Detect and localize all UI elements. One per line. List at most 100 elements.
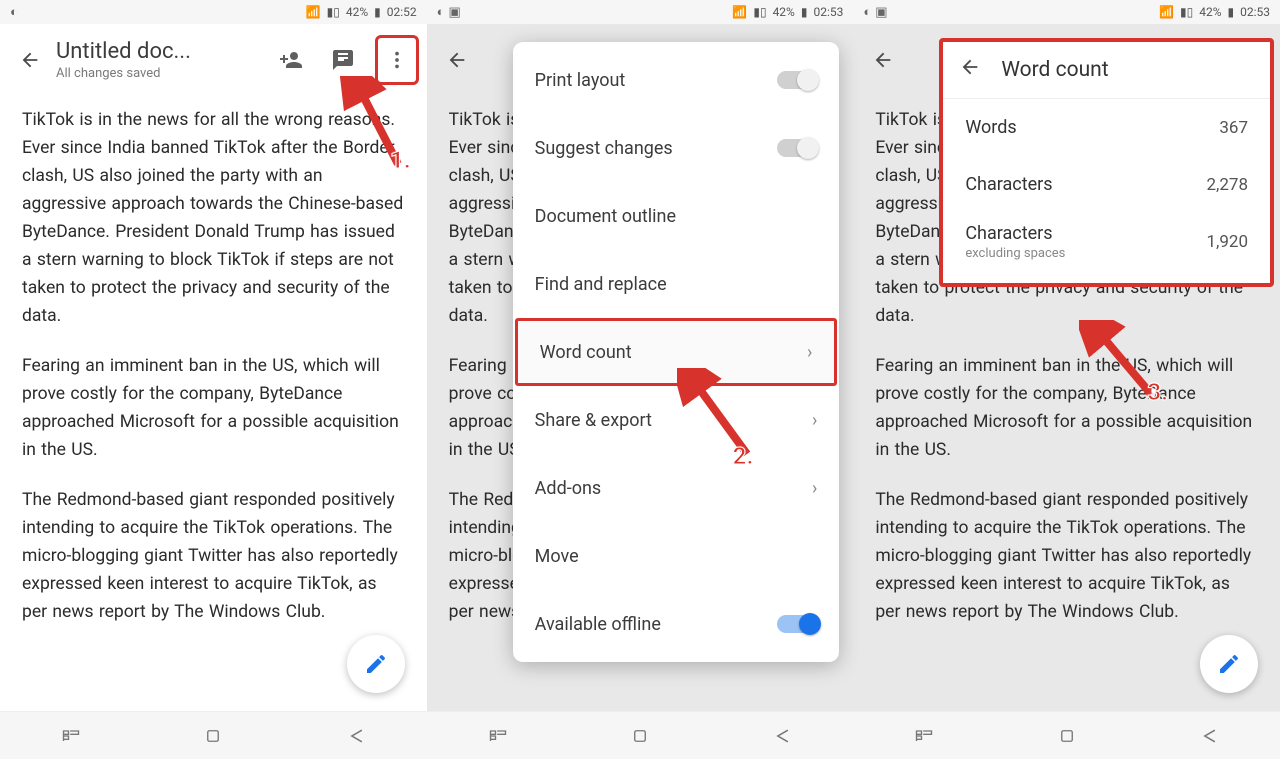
clock: 02:52 bbox=[387, 5, 417, 19]
edit-fab[interactable] bbox=[1200, 635, 1258, 693]
menu-print-layout[interactable]: Print layout bbox=[513, 46, 840, 114]
clock: 02:53 bbox=[813, 5, 843, 19]
menu-label: Suggest changes bbox=[535, 138, 673, 159]
nav-bar bbox=[853, 711, 1280, 759]
nav-bar bbox=[427, 711, 854, 759]
wc-value: 1,920 bbox=[1206, 232, 1248, 252]
wc-title: Word count bbox=[1001, 58, 1108, 82]
paragraph: TikTok is in the news for all the wrong … bbox=[22, 106, 405, 330]
nav-home[interactable] bbox=[1056, 725, 1078, 747]
nav-recent[interactable] bbox=[913, 725, 935, 747]
add-person-icon bbox=[279, 48, 303, 72]
menu-share-export[interactable]: Share & export › bbox=[513, 386, 840, 454]
annotation-step-2: 2. bbox=[733, 442, 754, 470]
wifi-icon: 📶 bbox=[1159, 5, 1174, 19]
signal-icon: ▮▯ bbox=[1180, 5, 1193, 19]
comment-icon bbox=[331, 48, 355, 72]
wc-label: Characters bbox=[965, 174, 1052, 195]
back-button[interactable] bbox=[443, 46, 471, 74]
wc-value: 367 bbox=[1219, 118, 1248, 138]
notif-icon: ◐ bbox=[10, 4, 18, 20]
toggle-offline[interactable] bbox=[777, 615, 817, 633]
status-bar: ◐ 📶 ▮▯ 42% ▮ 02:52 bbox=[0, 0, 427, 24]
wc-back-button[interactable] bbox=[959, 56, 981, 84]
wc-row-words: Words 367 bbox=[943, 99, 1270, 156]
menu-document-outline[interactable]: Document outline bbox=[513, 182, 840, 250]
nav-back[interactable] bbox=[771, 725, 793, 747]
toggle-suggest-changes[interactable] bbox=[777, 139, 817, 157]
paragraph: The Redmond-based giant responded positi… bbox=[22, 486, 405, 626]
menu-find-replace[interactable]: Find and replace bbox=[513, 250, 840, 318]
app-bar: Untitled doc... All changes saved bbox=[0, 24, 427, 96]
status-bar: ◐ ▣ 📶 ▮▯ 42% ▮ 02:53 bbox=[427, 0, 854, 24]
notif-icon: ◐ bbox=[437, 4, 445, 20]
notif-icon: ◐ bbox=[863, 4, 871, 20]
nav-home[interactable] bbox=[202, 725, 224, 747]
nav-back[interactable] bbox=[345, 725, 367, 747]
wifi-icon: 📶 bbox=[306, 5, 321, 19]
nav-home[interactable] bbox=[629, 725, 651, 747]
menu-addons[interactable]: Add-ons › bbox=[513, 454, 840, 522]
menu-suggest-changes[interactable]: Suggest changes bbox=[513, 114, 840, 182]
menu-word-count[interactable]: Word count › bbox=[515, 318, 838, 386]
menu-label: Document outline bbox=[535, 206, 676, 227]
menu-label: Share & export bbox=[535, 410, 652, 431]
wifi-icon: 📶 bbox=[732, 5, 747, 19]
battery-pct: 42% bbox=[346, 5, 368, 19]
battery-icon: ▮ bbox=[374, 5, 381, 19]
paragraph: Fearing an imminent ban in the US, which… bbox=[875, 352, 1258, 464]
nav-recent[interactable] bbox=[487, 725, 509, 747]
clock: 02:53 bbox=[1240, 5, 1270, 19]
phone-screen-1: ◐ 📶 ▮▯ 42% ▮ 02:52 Untitled doc... All c… bbox=[0, 0, 427, 759]
back-button[interactable] bbox=[869, 46, 897, 74]
chevron-right-icon: › bbox=[812, 478, 817, 499]
arrow-left-icon bbox=[19, 49, 41, 71]
phone-screen-2: ◐▣ 📶 ▮▯ 42% ▮ 02:53 TikTok is in the new… bbox=[427, 0, 854, 759]
edit-fab[interactable] bbox=[347, 635, 405, 693]
nav-recent[interactable] bbox=[60, 725, 82, 747]
menu-available-offline[interactable]: Available offline bbox=[513, 590, 840, 658]
menu-move[interactable]: Move bbox=[513, 522, 840, 590]
wc-sublabel: excluding spaces bbox=[965, 246, 1065, 261]
menu-label: Add-ons bbox=[535, 478, 602, 499]
pencil-icon bbox=[364, 652, 388, 676]
overflow-menu: Print layout Suggest changes Document ou… bbox=[513, 42, 840, 662]
signal-icon: ▮▯ bbox=[327, 5, 340, 19]
back-button[interactable] bbox=[16, 46, 44, 74]
more-menu-button[interactable] bbox=[386, 49, 408, 71]
paragraph: Fearing an imminent ban in the US, which… bbox=[22, 352, 405, 464]
comment-button[interactable] bbox=[323, 40, 363, 80]
wc-label: Characters excluding spaces bbox=[965, 223, 1065, 261]
menu-label: Move bbox=[535, 546, 579, 567]
more-vert-icon bbox=[386, 49, 408, 71]
battery-icon: ▮ bbox=[1228, 5, 1235, 19]
nav-back[interactable] bbox=[1198, 725, 1220, 747]
chevron-right-icon: › bbox=[807, 342, 812, 363]
wc-row-characters-ex: Characters excluding spaces 1,920 bbox=[943, 213, 1270, 283]
notif-icon: ▣ bbox=[449, 5, 461, 20]
doc-subtitle: All changes saved bbox=[56, 66, 259, 81]
menu-label: Print layout bbox=[535, 70, 626, 91]
battery-pct: 42% bbox=[773, 5, 795, 19]
arrow-left-icon bbox=[446, 49, 468, 71]
phone-screen-3: ◐▣ 📶 ▮▯ 42% ▮ 02:53 TikTok is in the new… bbox=[853, 0, 1280, 759]
chevron-right-icon: › bbox=[812, 410, 817, 431]
annotation-step-3: 3. bbox=[1147, 378, 1168, 406]
toggle-print-layout[interactable] bbox=[777, 71, 817, 89]
wc-label: Words bbox=[965, 117, 1016, 138]
paragraph: The Redmond-based giant responded positi… bbox=[875, 486, 1258, 626]
annotation-step-1: 1. bbox=[390, 146, 411, 174]
signal-icon: ▮▯ bbox=[753, 5, 766, 19]
menu-label: Available offline bbox=[535, 614, 661, 635]
wc-value: 2,278 bbox=[1206, 175, 1248, 195]
doc-title[interactable]: Untitled doc... bbox=[56, 39, 259, 64]
nav-bar bbox=[0, 711, 427, 759]
arrow-left-icon bbox=[872, 49, 894, 71]
battery-icon: ▮ bbox=[801, 5, 808, 19]
menu-label: Word count bbox=[540, 342, 632, 363]
notif-icon: ▣ bbox=[875, 5, 887, 20]
word-count-panel: Word count Words 367 Characters 2,278 Ch… bbox=[939, 38, 1274, 287]
status-bar: ◐▣ 📶 ▮▯ 42% ▮ 02:53 bbox=[853, 0, 1280, 24]
add-person-button[interactable] bbox=[271, 40, 311, 80]
wc-row-characters: Characters 2,278 bbox=[943, 156, 1270, 213]
